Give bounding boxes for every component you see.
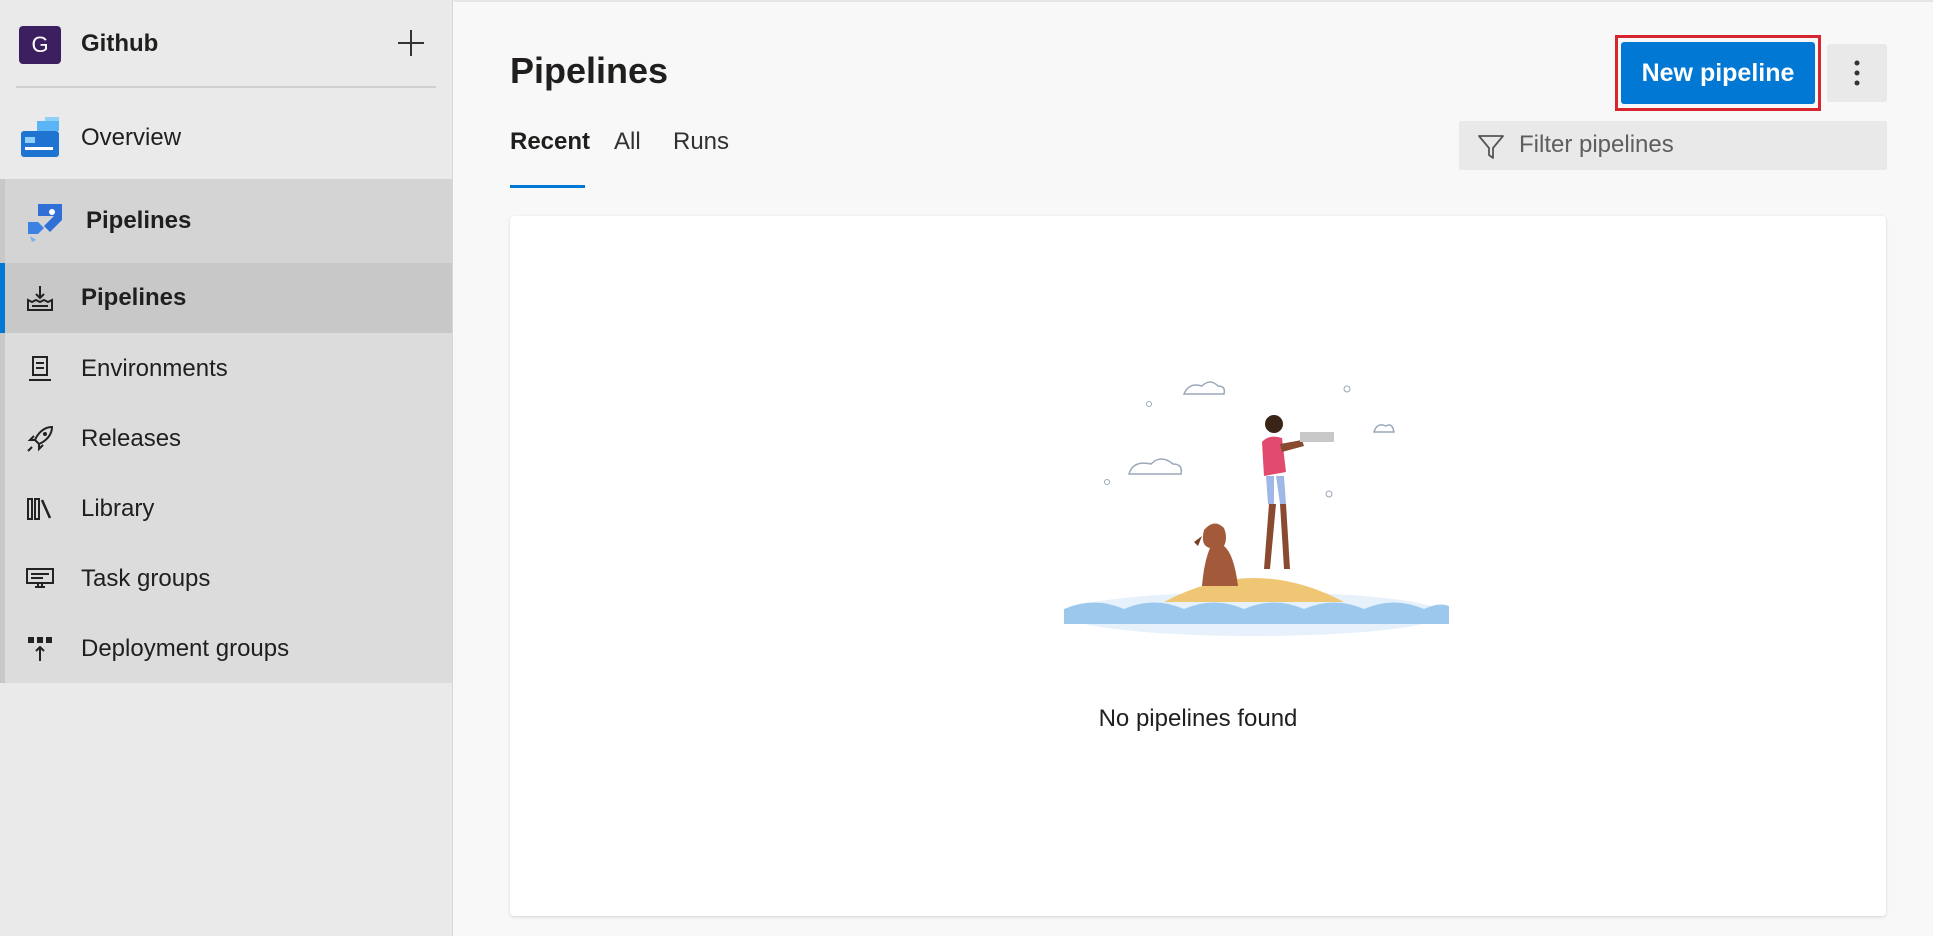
page-title: Pipelines xyxy=(510,50,669,91)
top-divider xyxy=(454,0,1933,2)
pipelines-icon xyxy=(24,200,66,242)
project-header: G Github xyxy=(0,0,453,88)
sidebar-item-task-groups[interactable]: Task groups xyxy=(0,544,452,614)
filter-box[interactable] xyxy=(1459,121,1887,170)
add-button[interactable] xyxy=(392,24,430,62)
sidebar-item-label: Deployment groups xyxy=(81,635,290,662)
tab-recent[interactable]: Recent xyxy=(510,128,590,188)
deployment-groups-icon xyxy=(24,633,56,665)
sidebar-item-library[interactable]: Library xyxy=(0,474,452,544)
sidebar: G Github Overview Pipelines Pipelines En… xyxy=(0,0,453,936)
new-pipeline-button[interactable]: New pipeline xyxy=(1621,42,1815,104)
tab-all[interactable]: All xyxy=(614,128,641,188)
header-divider xyxy=(16,86,436,88)
sidebar-item-environments[interactable]: Environments xyxy=(0,334,452,404)
pipelines-rocket-icon xyxy=(24,282,56,314)
empty-state-illustration xyxy=(1064,381,1449,636)
sidebar-item-label: Task groups xyxy=(81,565,211,592)
plus-icon xyxy=(398,30,424,56)
sidebar-item-label: Library xyxy=(81,495,155,522)
sidebar-item-label: Environments xyxy=(81,355,228,382)
more-vertical-icon xyxy=(1854,60,1860,86)
filter-input[interactable] xyxy=(1519,127,1869,163)
sidebar-item-label: Releases xyxy=(81,425,182,452)
environments-icon xyxy=(24,353,56,385)
library-icon xyxy=(24,493,56,525)
tab-runs[interactable]: Runs xyxy=(673,128,729,188)
nav-label-overview: Overview xyxy=(81,124,182,151)
more-options-button[interactable] xyxy=(1827,44,1887,102)
sidebar-item-label: Pipelines xyxy=(81,284,187,311)
nav-item-pipelines[interactable]: Pipelines xyxy=(0,179,452,263)
sidebar-item-deployment-groups[interactable]: Deployment groups xyxy=(0,614,452,684)
nav-label-pipelines-group: Pipelines xyxy=(86,207,192,234)
nav-item-overview[interactable]: Overview xyxy=(0,103,452,173)
sidebar-item-releases[interactable]: Releases xyxy=(0,404,452,474)
task-groups-icon xyxy=(24,563,56,595)
project-name[interactable]: Github xyxy=(81,30,158,58)
empty-state-message: No pipelines found xyxy=(1098,705,1298,732)
project-avatar[interactable]: G xyxy=(19,26,61,64)
filter-icon xyxy=(1478,135,1504,159)
overview-icon xyxy=(19,117,61,159)
main-content: Pipelines New pipeline Recent All Runs F… xyxy=(454,0,1933,936)
pipelines-card: No pipelines found xyxy=(510,216,1886,916)
releases-icon xyxy=(24,423,56,455)
sidebar-item-pipelines[interactable]: Pipelines xyxy=(0,263,452,333)
